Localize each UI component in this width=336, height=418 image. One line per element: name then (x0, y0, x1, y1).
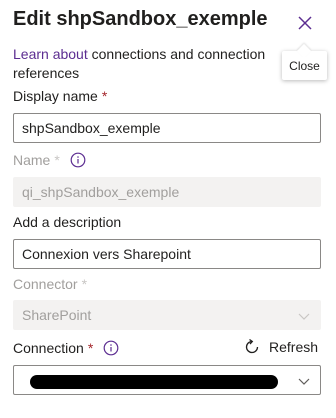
info-icon[interactable] (70, 152, 86, 168)
description-input[interactable]: Connexion vers Sharepoint (13, 239, 321, 269)
description-value: Connexion vers Sharepoint (22, 246, 191, 262)
required-marker: * (54, 152, 60, 168)
description-label: Add a description (13, 214, 121, 230)
intro-text: Learn about connections and connection r… (13, 45, 288, 83)
close-tooltip: Close (282, 51, 327, 80)
display-name-input[interactable]: shpSandbox_exemple (13, 113, 321, 143)
learn-about-link[interactable]: Learn about (13, 46, 88, 62)
close-icon (298, 16, 312, 30)
refresh-label: Refresh (269, 339, 319, 355)
required-marker: * (101, 88, 108, 104)
refresh-button[interactable]: Refresh (243, 338, 318, 356)
connector-value: SharePoint (22, 307, 92, 323)
connector-label: Connector * (13, 276, 87, 292)
refresh-icon (245, 338, 259, 354)
display-name-label: Display name * (13, 88, 107, 104)
name-value: qi_shpSandbox_exemple (22, 184, 180, 200)
edit-connection-panel: Edit shpSandbox_exemple Learn about conn… (0, 0, 336, 418)
connector-label-text: Connector (13, 276, 78, 292)
panel-title: Edit shpSandbox_exemple (13, 8, 268, 30)
connection-label: Connection * (13, 340, 119, 356)
display-name-label-text: Display name (13, 88, 98, 104)
connector-dropdown: SharePoint (13, 300, 321, 330)
name-label-text: Name (13, 152, 51, 168)
description-label-text: Add a description (13, 214, 122, 230)
name-label: Name * (13, 152, 86, 168)
required-marker: * (87, 340, 94, 356)
required-marker: * (81, 276, 88, 292)
name-input: qi_shpSandbox_exemple (13, 177, 321, 207)
info-icon[interactable] (103, 340, 119, 356)
redacted-connection-value (30, 375, 278, 389)
chevron-down-icon (298, 378, 310, 385)
display-name-value: shpSandbox_exemple (22, 120, 161, 136)
connection-label-text: Connection (13, 340, 84, 356)
chevron-down-icon (298, 313, 310, 320)
close-button[interactable] (293, 11, 317, 35)
